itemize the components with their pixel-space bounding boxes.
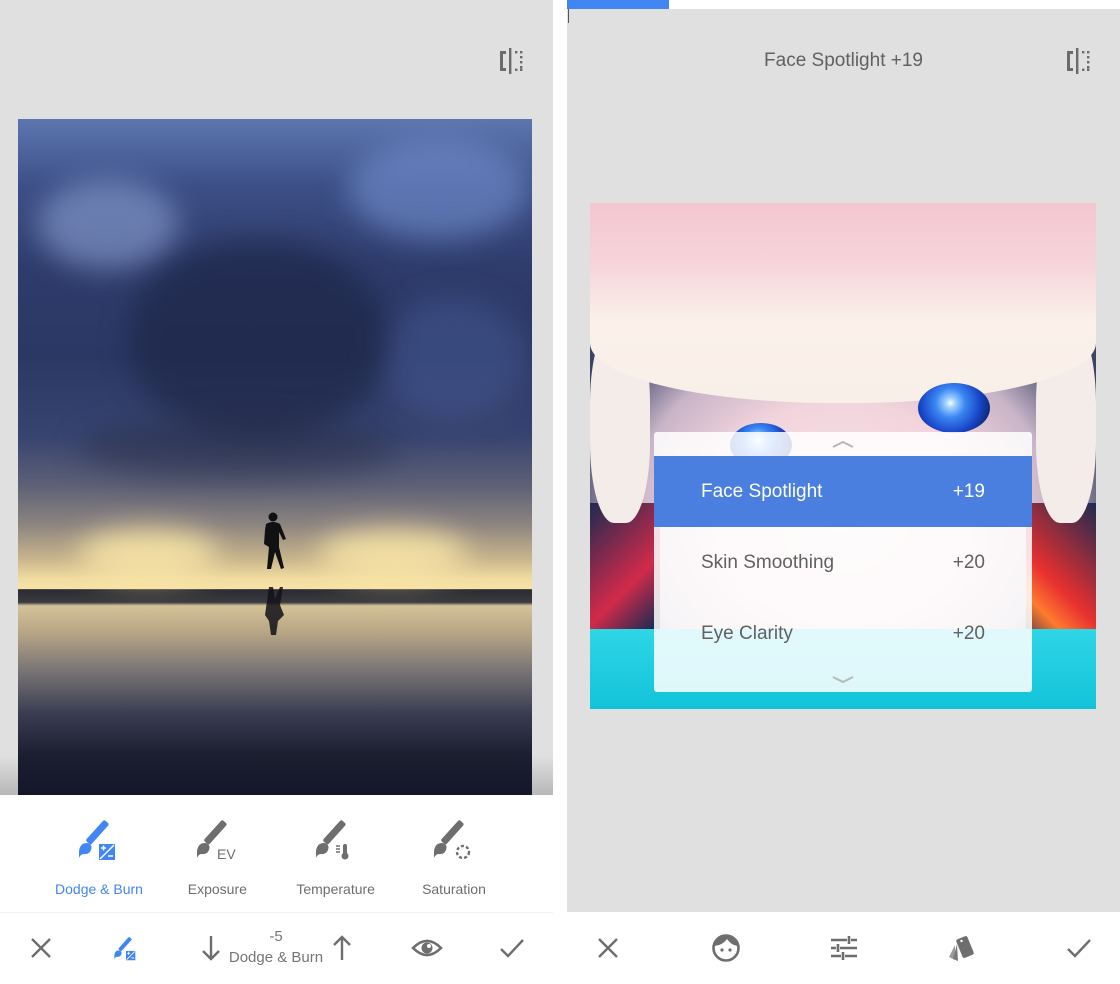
left-screen-dodge-burn-editor: Dodge & Burn EV Exposure Temperature Sat… <box>0 0 553 984</box>
brush-exposure-plus-minus-icon <box>79 820 115 860</box>
eye-icon <box>411 939 443 957</box>
face-tool-button[interactable] <box>708 930 744 966</box>
view-mask-button[interactable] <box>409 930 445 966</box>
style-cards-icon <box>949 936 974 961</box>
styles-button[interactable] <box>944 930 980 966</box>
scroll-up-button[interactable] <box>654 432 1032 456</box>
tool-label: Exposure <box>187 881 247 897</box>
adjustment-list-panel: Face Spotlight +19 Skin Smoothing +20 Ey… <box>654 432 1032 692</box>
adjustment-eye-clarity[interactable]: Eye Clarity +20 <box>654 598 1032 669</box>
apply-button[interactable] <box>1061 930 1097 966</box>
adjustment-value: +20 <box>952 551 985 573</box>
person-silhouette <box>264 512 286 569</box>
right-screen-portrait-editor: Face Spotlight +19 Face Spotlight +19 Sk <box>567 0 1120 984</box>
compare-split-icon <box>500 48 523 74</box>
brush-dodge-burn-icon <box>114 937 136 961</box>
apply-button[interactable] <box>494 930 530 966</box>
close-icon <box>598 938 618 958</box>
header-title: Face Spotlight +19 <box>764 50 923 71</box>
check-icon <box>1067 939 1091 958</box>
sliders-icon <box>831 936 857 960</box>
close-icon <box>31 938 51 958</box>
sun-glow <box>318 529 468 579</box>
chevron-down-icon <box>832 676 854 684</box>
adjustment-value: +19 <box>952 480 985 502</box>
tool-label: Temperature <box>296 881 375 897</box>
compare-button[interactable] <box>1063 46 1093 76</box>
person-reflection <box>265 587 284 635</box>
adjustment-name: Dodge & Burn <box>228 949 324 966</box>
value-readout: -5 Dodge & Burn <box>228 928 324 967</box>
adjustment-face-spotlight[interactable]: Face Spotlight +19 <box>654 456 1032 527</box>
adjustment-value: -5 <box>269 928 283 945</box>
compare-split-icon <box>1067 48 1090 74</box>
progress-bar <box>567 0 1120 9</box>
svg-text:EV: EV <box>217 846 236 862</box>
tune-sliders-button[interactable] <box>826 930 862 966</box>
knitted-hat <box>590 203 1096 403</box>
increase-button[interactable] <box>324 930 360 966</box>
tool-label: Dodge & Burn <box>55 881 143 897</box>
adjustment-value: +20 <box>952 622 985 644</box>
tool-selector-row: Dodge & Burn EV Exposure Temperature Sat… <box>0 795 553 912</box>
text-cursor <box>568 9 569 23</box>
arrow-down-icon <box>202 936 220 961</box>
adjustment-label: Skin Smoothing <box>701 551 835 573</box>
tool-label: Saturation <box>422 881 486 897</box>
cloud-dark <box>78 419 398 479</box>
tool-dodge-burn[interactable]: Dodge & Burn <box>40 795 158 912</box>
brush-tool-button[interactable] <box>108 930 144 966</box>
decrease-button[interactable] <box>193 930 229 966</box>
progress-fill <box>567 0 670 9</box>
cloud-dark <box>128 239 388 439</box>
baby-right-eye <box>918 383 990 433</box>
cloud-highlight <box>38 179 178 269</box>
brush-ev-icon: EV <box>197 820 237 862</box>
tool-saturation[interactable]: Saturation <box>395 795 513 912</box>
sun-glow <box>78 529 218 579</box>
cancel-button[interactable] <box>590 930 626 966</box>
face-icon <box>712 934 740 962</box>
brush-saturation-circle-icon <box>433 820 471 860</box>
cloud-highlight <box>378 299 528 419</box>
arrow-up-icon <box>333 935 351 960</box>
compare-button[interactable] <box>496 46 526 76</box>
cloud-highlight <box>348 139 528 239</box>
chevron-up-icon <box>832 440 854 448</box>
tool-temperature[interactable]: Temperature <box>277 795 395 912</box>
cancel-button[interactable] <box>23 930 59 966</box>
brush-thermometer-icon <box>315 820 349 860</box>
adjustment-label: Eye Clarity <box>701 622 793 644</box>
bottom-action-bar: -5 Dodge & Burn <box>0 912 553 984</box>
bottom-action-bar <box>567 912 1120 984</box>
check-icon <box>500 939 524 958</box>
tool-exposure[interactable]: EV Exposure <box>158 795 276 912</box>
adjustment-label: Face Spotlight <box>701 480 823 502</box>
scroll-down-button[interactable] <box>654 668 1032 692</box>
beach-photo[interactable] <box>18 119 532 795</box>
adjustment-skin-smoothing[interactable]: Skin Smoothing +20 <box>654 527 1032 598</box>
